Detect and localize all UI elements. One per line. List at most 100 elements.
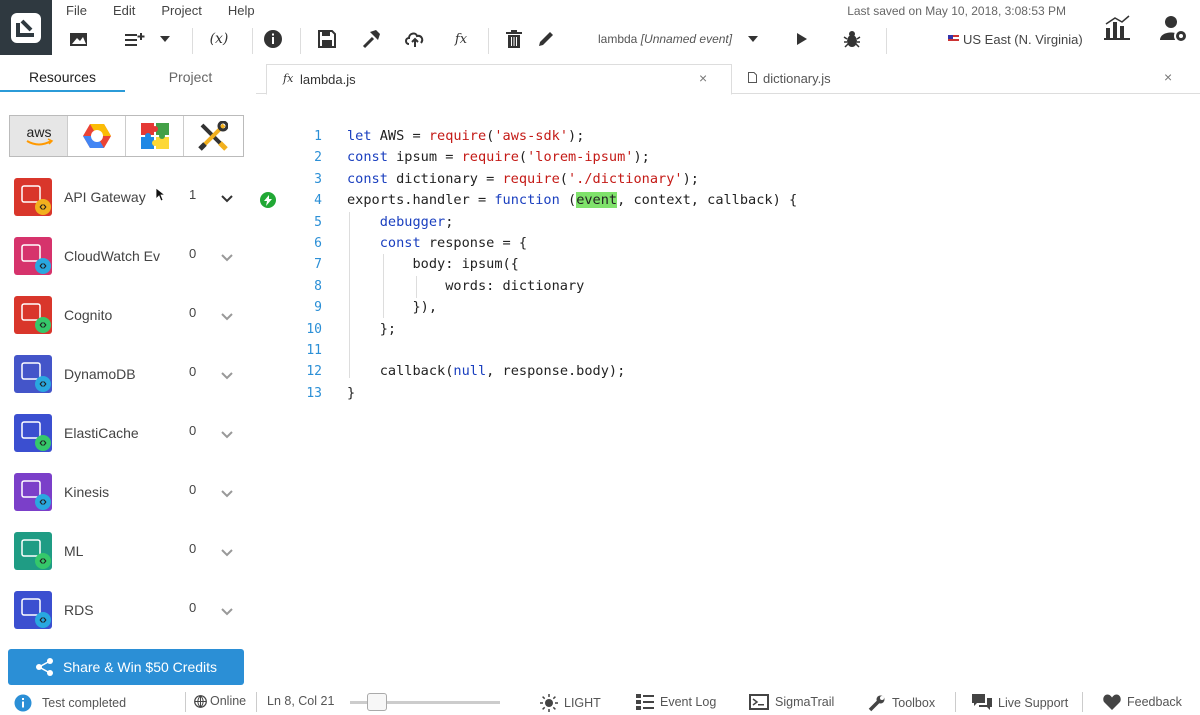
chevron-down-icon[interactable] <box>221 190 233 208</box>
resource-name: RDS <box>64 602 94 618</box>
save-button[interactable] <box>316 26 338 52</box>
resource-item[interactable]: CloudWatch Ev 0 <box>0 227 255 286</box>
sigmatrail-button[interactable]: SigmaTrail <box>749 694 834 710</box>
function-upload-icon: fx <box>454 31 468 47</box>
provider-google-cloud[interactable] <box>68 116 126 156</box>
variables-button[interactable]: (x) <box>206 26 232 52</box>
line-number: 13 <box>306 385 322 401</box>
puzzle-icon <box>140 123 169 149</box>
resource-item[interactable]: ElastiCache 0 <box>0 404 255 463</box>
info-button[interactable] <box>262 26 284 52</box>
edit-button[interactable] <box>536 26 556 52</box>
chevron-down-icon[interactable] <box>221 485 233 503</box>
resource-name: DynamoDB <box>64 366 136 382</box>
menu-project[interactable]: Project <box>161 3 201 18</box>
code-line: const ipsum = require('lorem-ipsum'); <box>347 149 650 166</box>
globe-icon <box>194 694 207 708</box>
resource-item[interactable]: Cognito 0 <box>0 286 255 345</box>
toolbox-button[interactable]: Toolbox <box>868 694 935 712</box>
account-button[interactable] <box>1160 14 1188 49</box>
resource-name: Cognito <box>64 307 113 323</box>
menu-edit[interactable]: Edit <box>113 3 135 18</box>
provider-aws[interactable]: aws <box>10 116 68 156</box>
ide-window: File Edit Project Help Last saved on May… <box>0 0 1200 715</box>
tab-project[interactable]: Project <box>128 62 253 92</box>
user-settings-icon <box>1160 16 1188 43</box>
add-file-dropdown[interactable] <box>158 26 172 52</box>
open-project-button[interactable] <box>68 26 90 52</box>
lightning-icon <box>264 194 272 206</box>
chevron-down-icon[interactable] <box>221 603 233 621</box>
tab-resources[interactable]: Resources <box>0 62 125 92</box>
run-button[interactable] <box>794 26 810 52</box>
event-log-label: Event Log <box>660 695 717 709</box>
event-log-button[interactable]: Event Log <box>636 694 716 710</box>
toolbox-label: Toolbox <box>892 696 936 710</box>
tab-lambda-js[interactable]: fx lambda.js × <box>266 64 732 95</box>
add-file-button[interactable] <box>124 26 146 52</box>
dashboard-button[interactable] <box>1103 14 1131 45</box>
menu-file[interactable]: File <box>66 3 87 18</box>
code-line: const response = { <box>379 234 528 251</box>
save-icon <box>318 30 336 48</box>
line-number: 9 <box>314 300 322 316</box>
line-number: 11 <box>306 342 322 358</box>
theme-toggle[interactable]: LIGHT <box>540 694 601 712</box>
share-button[interactable]: Share & Win $50 Credits <box>8 649 244 685</box>
active-function-marker[interactable] <box>260 192 276 208</box>
event-dropdown[interactable] <box>746 26 760 52</box>
code-editor[interactable]: let AWS = require('aws-sdk'); const ipsu… <box>347 126 797 404</box>
close-tab-icon[interactable]: × <box>1164 69 1172 85</box>
slider-handle[interactable] <box>367 693 387 711</box>
share-label: Share & Win $50 Credits <box>62 659 218 675</box>
build-button[interactable] <box>360 26 382 52</box>
resource-name: CloudWatch Ev <box>64 248 160 264</box>
chevron-down-icon[interactable] <box>221 426 233 444</box>
debug-button[interactable] <box>842 26 862 52</box>
function-button[interactable]: fx <box>450 26 472 52</box>
chevron-down-icon[interactable] <box>221 544 233 562</box>
chevron-down-icon[interactable] <box>221 249 233 267</box>
event-function-name: lambda <box>598 32 638 46</box>
close-tab-icon[interactable]: × <box>699 70 707 86</box>
tab-dictionary-js[interactable]: dictionary.js × <box>734 64 1184 94</box>
logo-icon <box>11 12 41 43</box>
test-status[interactable]: Test completed <box>14 694 126 712</box>
test-event-selector[interactable]: lambda [Unnamed event] <box>598 32 732 46</box>
resource-item[interactable]: Kinesis 0 <box>0 463 255 522</box>
region-selector[interactable]: US East (N. Virginia) <box>948 32 1083 47</box>
resource-item[interactable]: DynamoDB 0 <box>0 345 255 404</box>
region-label: US East (N. Virginia) <box>963 32 1083 47</box>
live-support-button[interactable]: Live Support <box>972 694 1068 712</box>
tab-label: dictionary.js <box>763 71 831 86</box>
resource-count: 0 <box>189 305 197 320</box>
chevron-down-icon[interactable] <box>221 367 233 385</box>
delete-button[interactable] <box>504 26 524 52</box>
feedback-button[interactable]: Feedback <box>1103 694 1182 710</box>
provider-integrations[interactable] <box>126 116 184 156</box>
file-icon <box>748 71 757 86</box>
resource-item[interactable]: API Gateway 1 <box>0 168 255 227</box>
deploy-button[interactable] <box>404 26 426 52</box>
logo[interactable] <box>0 0 52 55</box>
wrench-screwdriver-icon <box>198 121 228 151</box>
resource-item[interactable]: RDS 0 <box>0 581 255 640</box>
sigmatrail-label: SigmaTrail <box>775 695 835 709</box>
resource-count: 0 <box>189 246 197 261</box>
provider-tools[interactable] <box>184 116 242 156</box>
share-icon <box>35 658 53 676</box>
cloud-upload-icon <box>405 32 424 47</box>
resource-icon <box>14 178 52 216</box>
test-status-label: Test completed <box>42 696 127 710</box>
cursor-position: Ln 8, Col 21 <box>267 694 335 708</box>
resource-item[interactable]: ML 0 <box>0 522 255 581</box>
line-number: 5 <box>314 214 322 230</box>
event-log-icon <box>636 694 654 710</box>
tab-label: lambda.js <box>300 72 356 87</box>
resource-count: 0 <box>189 482 197 497</box>
menu-help[interactable]: Help <box>228 3 255 18</box>
chevron-down-icon[interactable] <box>221 308 233 326</box>
chat-bubbles-icon <box>972 694 992 710</box>
resource-icon <box>14 473 52 511</box>
code-line: body: ipsum({ <box>347 256 519 273</box>
